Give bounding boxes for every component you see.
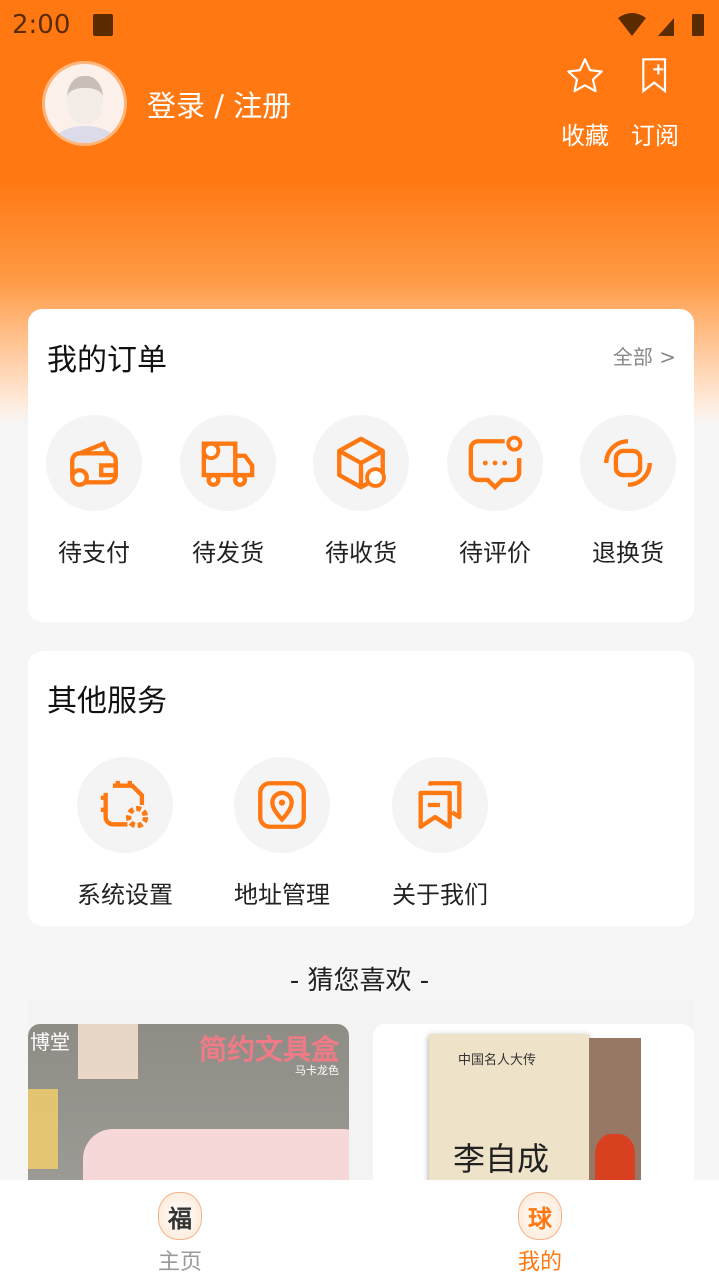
- subscribe-button[interactable]: 订阅: [626, 56, 684, 151]
- book-title-text: 李自成: [453, 1140, 550, 1178]
- order-label: 待发货: [192, 539, 264, 567]
- order-pending-review[interactable]: 待评价: [430, 415, 560, 568]
- bookmark-add-icon: [642, 58, 667, 94]
- location-icon: [258, 781, 306, 829]
- service-about[interactable]: 关于我们: [375, 757, 505, 910]
- bottom-nav: 福主页 球我的: [0, 1180, 719, 1279]
- exchange-icon: [604, 439, 652, 487]
- nav-home[interactable]: 福主页: [120, 1192, 240, 1276]
- service-label: 系统设置: [77, 881, 173, 909]
- my-orders-card: 我的订单 全部 > 待支付 待发货 待收货 待评价 退换货: [28, 309, 694, 622]
- order-pending-payment[interactable]: 待支付: [29, 415, 159, 568]
- recommend-title: - 猜您喜欢 -: [289, 966, 430, 996]
- wallet-icon: [70, 440, 118, 487]
- nav-mine-label: 我的: [517, 1250, 562, 1275]
- status-bar: 2:00: [0, 0, 719, 50]
- package-icon: [337, 436, 386, 490]
- all-orders-link[interactable]: 全部 >: [613, 341, 676, 370]
- service-settings[interactable]: 系统设置: [60, 757, 190, 910]
- order-returns[interactable]: 退换货: [563, 415, 693, 568]
- order-pending-receipt[interactable]: 待收货: [296, 415, 426, 568]
- nav-home-label: 主页: [157, 1250, 202, 1275]
- avatar[interactable]: [42, 61, 127, 146]
- other-services-card: 其他服务 系统设置 地址管理 关于我们: [28, 651, 694, 926]
- book-series-text: 中国名人大传: [458, 1053, 537, 1068]
- service-label: 地址管理: [234, 881, 330, 909]
- subscribe-label: 订阅: [631, 122, 679, 150]
- system-status-icons: [618, 13, 704, 36]
- settings-icon: [100, 780, 149, 829]
- order-label: 待收货: [325, 539, 397, 567]
- nav-mine[interactable]: 球我的: [480, 1192, 600, 1276]
- product-sub-text: 马卡龙色: [295, 1064, 339, 1077]
- favorites-button[interactable]: 收藏: [556, 56, 614, 151]
- about-icon: [418, 781, 462, 829]
- home-icon: 福: [158, 1192, 202, 1240]
- star-icon: [567, 58, 603, 93]
- notification-icon: [93, 14, 113, 36]
- favorites-label: 收藏: [561, 122, 609, 150]
- product-brand-text: 博堂: [30, 1030, 70, 1054]
- services-title: 其他服务: [47, 684, 167, 719]
- login-register-link[interactable]: 登录 / 注册: [147, 83, 291, 125]
- orders-title: 我的订单: [47, 343, 167, 378]
- order-label: 待支付: [58, 539, 130, 567]
- service-label: 关于我们: [392, 881, 488, 909]
- service-address[interactable]: 地址管理: [217, 757, 347, 910]
- order-label: 待评价: [459, 539, 531, 567]
- status-time: 2:00: [12, 10, 71, 40]
- truck-icon: [201, 441, 255, 487]
- mine-icon: 球: [518, 1192, 562, 1240]
- order-pending-shipment[interactable]: 待发货: [163, 415, 293, 568]
- comment-icon: [468, 435, 523, 491]
- product-card-pencil-case[interactable]: 博堂 简约文具盒 马卡龙色: [28, 1024, 349, 1180]
- product-card-book[interactable]: 中国名人大传 李自成: [373, 1024, 694, 1180]
- order-label: 退换货: [592, 539, 664, 567]
